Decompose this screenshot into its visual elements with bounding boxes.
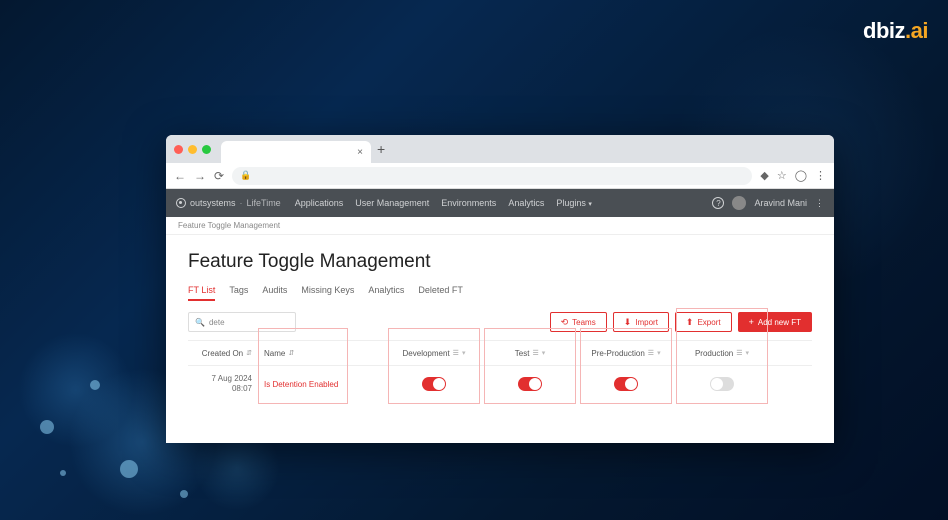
tab-audits[interactable]: Audits: [262, 285, 287, 301]
sort-icon: ⇵: [246, 349, 252, 357]
cell-created: 7 Aug 2024 08:07: [188, 374, 258, 393]
brand-name: dbiz: [863, 18, 905, 43]
sort-icon: ⇵: [288, 349, 294, 357]
back-button[interactable]: ←: [174, 169, 186, 183]
brand-logo: dbiz.ai: [863, 18, 928, 44]
toggle-test[interactable]: [518, 377, 542, 391]
close-window-button[interactable]: [174, 145, 183, 154]
browser-tab-strip: × +: [166, 135, 834, 163]
teams-button[interactable]: ⟲Teams: [550, 312, 607, 332]
outsystems-logo[interactable]: outsystems · LifeTime: [176, 198, 281, 208]
forward-button[interactable]: →: [194, 169, 206, 183]
col-name[interactable]: Name⇵: [258, 349, 348, 358]
filter-icon: ☰: [648, 349, 654, 357]
address-bar: ← → ⟳ 🔒 ◆ ☆ ◯ ⋮: [166, 163, 834, 189]
nav-environments[interactable]: Environments: [441, 198, 496, 208]
toolbar: 🔍 dete ⟲Teams ⬇Import ⬆Export +Add new F…: [188, 312, 812, 332]
refresh-icon: ⟲: [561, 317, 569, 328]
new-tab-button[interactable]: +: [377, 141, 385, 157]
menu-icon[interactable]: ⋮: [815, 169, 826, 182]
search-icon: 🔍: [195, 318, 205, 327]
extension-icon[interactable]: ◆: [760, 169, 768, 182]
add-new-ft-button[interactable]: +Add new FT: [738, 312, 812, 332]
col-test[interactable]: Test☰▾: [484, 349, 576, 358]
import-icon: ⬇: [624, 317, 632, 328]
avatar[interactable]: [732, 196, 746, 210]
user-menu-icon[interactable]: ⋮: [815, 198, 824, 209]
app-header: outsystems · LifeTime Applications User …: [166, 189, 834, 217]
cell-name[interactable]: Is Detention Enabled: [258, 380, 348, 389]
browser-window: × + ← → ⟳ 🔒 ◆ ☆ ◯ ⋮ outsystems · LifeTim…: [166, 135, 834, 443]
header-nav: Applications User Management Environment…: [295, 198, 592, 208]
logo-icon: [176, 198, 186, 208]
export-button[interactable]: ⬆Export: [675, 312, 732, 332]
plus-icon: +: [749, 317, 754, 327]
table-row: 7 Aug 2024 08:07 Is Detention Enabled: [188, 366, 812, 402]
feature-table: Created On⇵ Name⇵ Development☰▾ Test☰▾ P…: [188, 340, 812, 402]
chevron-down-icon: ▾: [542, 349, 546, 357]
chevron-down-icon: ▾: [746, 349, 750, 357]
brand-suffix: .ai: [905, 18, 928, 43]
chevron-down-icon: ▾: [657, 349, 661, 357]
lock-icon: 🔒: [240, 170, 251, 181]
close-tab-icon[interactable]: ×: [357, 147, 363, 158]
toggle-development[interactable]: [422, 377, 446, 391]
breadcrumb[interactable]: Feature Toggle Management: [166, 217, 834, 235]
tab-tags[interactable]: Tags: [229, 285, 248, 301]
bookmark-icon[interactable]: ☆: [777, 169, 787, 182]
browser-tab[interactable]: ×: [221, 141, 371, 163]
window-controls: [174, 145, 211, 154]
tab-missing-keys[interactable]: Missing Keys: [301, 285, 354, 301]
url-field[interactable]: 🔒: [232, 167, 752, 185]
nav-plugins[interactable]: Plugins ▾: [556, 198, 592, 208]
col-development[interactable]: Development☰▾: [388, 349, 480, 358]
search-value: dete: [209, 318, 225, 327]
search-input[interactable]: 🔍 dete: [188, 312, 296, 332]
chevron-down-icon: ▾: [588, 201, 592, 208]
toggle-production[interactable]: [710, 377, 734, 391]
col-production[interactable]: Production☰▾: [676, 349, 768, 358]
filter-icon: ☰: [532, 349, 538, 357]
maximize-window-button[interactable]: [202, 145, 211, 154]
product-sub: LifeTime: [247, 198, 281, 208]
tab-deleted-ft[interactable]: Deleted FT: [418, 285, 463, 301]
table-header: Created On⇵ Name⇵ Development☰▾ Test☰▾ P…: [188, 340, 812, 366]
filter-icon: ☰: [736, 349, 742, 357]
toggle-pre-production[interactable]: [614, 377, 638, 391]
export-icon: ⬆: [686, 317, 694, 328]
user-name[interactable]: Aravind Mani: [754, 198, 807, 208]
filter-icon: ☰: [453, 349, 459, 357]
nav-user-management[interactable]: User Management: [355, 198, 429, 208]
minimize-window-button[interactable]: [188, 145, 197, 154]
nav-analytics[interactable]: Analytics: [508, 198, 544, 208]
import-button[interactable]: ⬇Import: [613, 312, 669, 332]
reload-button[interactable]: ⟳: [214, 169, 224, 183]
col-created-on[interactable]: Created On⇵: [188, 349, 258, 358]
tab-bar: FT List Tags Audits Missing Keys Analyti…: [188, 285, 812, 302]
tab-analytics[interactable]: Analytics: [368, 285, 404, 301]
chevron-down-icon: ▾: [462, 349, 466, 357]
page-title: Feature Toggle Management: [188, 251, 812, 273]
profile-icon[interactable]: ◯: [795, 169, 807, 182]
col-pre-production[interactable]: Pre-Production☰▾: [580, 349, 672, 358]
nav-applications[interactable]: Applications: [295, 198, 344, 208]
help-icon[interactable]: ?: [712, 197, 724, 209]
product-name: outsystems: [190, 198, 236, 208]
tab-ft-list[interactable]: FT List: [188, 285, 215, 301]
